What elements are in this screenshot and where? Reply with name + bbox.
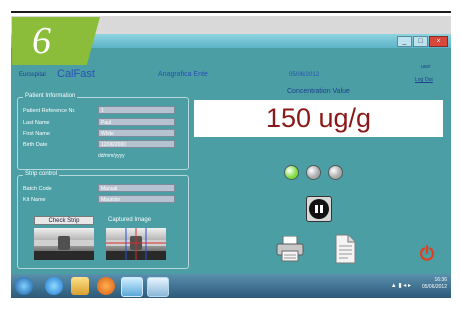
logout-link[interactable]: Log Out [415, 77, 433, 83]
status-led-2 [306, 165, 321, 180]
header-date: 05/06/2012 [289, 72, 320, 78]
power-icon [419, 244, 435, 261]
concentration-label: Concentration Value [287, 88, 350, 95]
first-name-input[interactable]: White [98, 129, 175, 137]
app-window: _ □ × Eurospital CalFast Anagrafica Ente… [11, 34, 451, 274]
printer-icon [276, 235, 304, 262]
taskbar-time: 16:36 [434, 277, 447, 283]
check-strip-button[interactable]: Check Strip [34, 216, 94, 225]
status-led-3 [328, 165, 343, 180]
minimize-button[interactable]: _ [397, 36, 412, 47]
patient-info-panel: Patient Information Patient Reference Nr… [17, 93, 189, 170]
system-tray[interactable]: ▲ ▮ ◂ ▸ [391, 282, 411, 289]
taskbar-date: 05/06/2012 [421, 284, 447, 290]
last-name-label: Last Name [23, 120, 50, 126]
patient-info-title: Patient Information [23, 93, 78, 99]
ref-input[interactable]: 1 [98, 106, 175, 114]
birth-date-label: Birth Date [23, 142, 48, 148]
step-badge: 6 [12, 17, 100, 65]
last-name-input[interactable]: Paul [98, 118, 175, 126]
taskbar-clock[interactable]: 16:36 05/06/2012 [422, 277, 447, 291]
batch-code-label: Batch Code [23, 186, 52, 192]
media-player-icon[interactable] [97, 277, 115, 295]
windows-start-icon[interactable] [15, 277, 33, 295]
kit-name-input[interactable]: Maurizio [98, 195, 175, 203]
date-format-hint: dd/mm/yyyy [98, 153, 125, 159]
close-button[interactable]: × [429, 36, 448, 47]
internet-explorer-icon[interactable] [45, 277, 63, 295]
captured-image-thumb [106, 228, 166, 260]
brand-label: Eurospital [19, 72, 46, 78]
file-explorer-icon[interactable] [71, 277, 89, 295]
captured-image-label: Captured Image [108, 217, 152, 223]
window-app-icon[interactable] [147, 277, 169, 297]
concentration-value: 150 ug/g [194, 100, 443, 137]
maximize-button[interactable]: □ [413, 36, 428, 47]
pause-button[interactable] [306, 196, 332, 222]
print-button[interactable] [276, 235, 304, 262]
batch-code-input[interactable]: Manual [98, 184, 175, 192]
section-title: Anagrafica Ente [158, 71, 208, 78]
ref-label: Patient Reference Nr. [23, 108, 76, 114]
strip-image-thumb [34, 228, 94, 260]
top-rule [11, 11, 451, 13]
user-label: user [421, 64, 431, 70]
strip-control-panel: Strip control Batch Code Manual Kit Name… [17, 171, 189, 269]
strip-control-title: Strip control [23, 171, 60, 177]
power-button[interactable] [419, 244, 435, 261]
calfast-app-icon[interactable] [121, 277, 143, 297]
pause-icon [309, 199, 329, 219]
status-led-1 [284, 165, 299, 180]
birth-date-input[interactable]: 12/06/2000 [98, 140, 175, 148]
app-title: CalFast [57, 68, 95, 80]
step-number: 6 [32, 20, 51, 62]
kit-name-label: Kit Name [23, 197, 46, 203]
first-name-label: First Name [23, 131, 50, 137]
windows-taskbar: ▲ ▮ ◂ ▸ 16:36 05/06/2012 [11, 274, 451, 298]
document-icon [335, 234, 356, 264]
document-button[interactable] [333, 234, 357, 264]
detection-lines [106, 228, 166, 260]
